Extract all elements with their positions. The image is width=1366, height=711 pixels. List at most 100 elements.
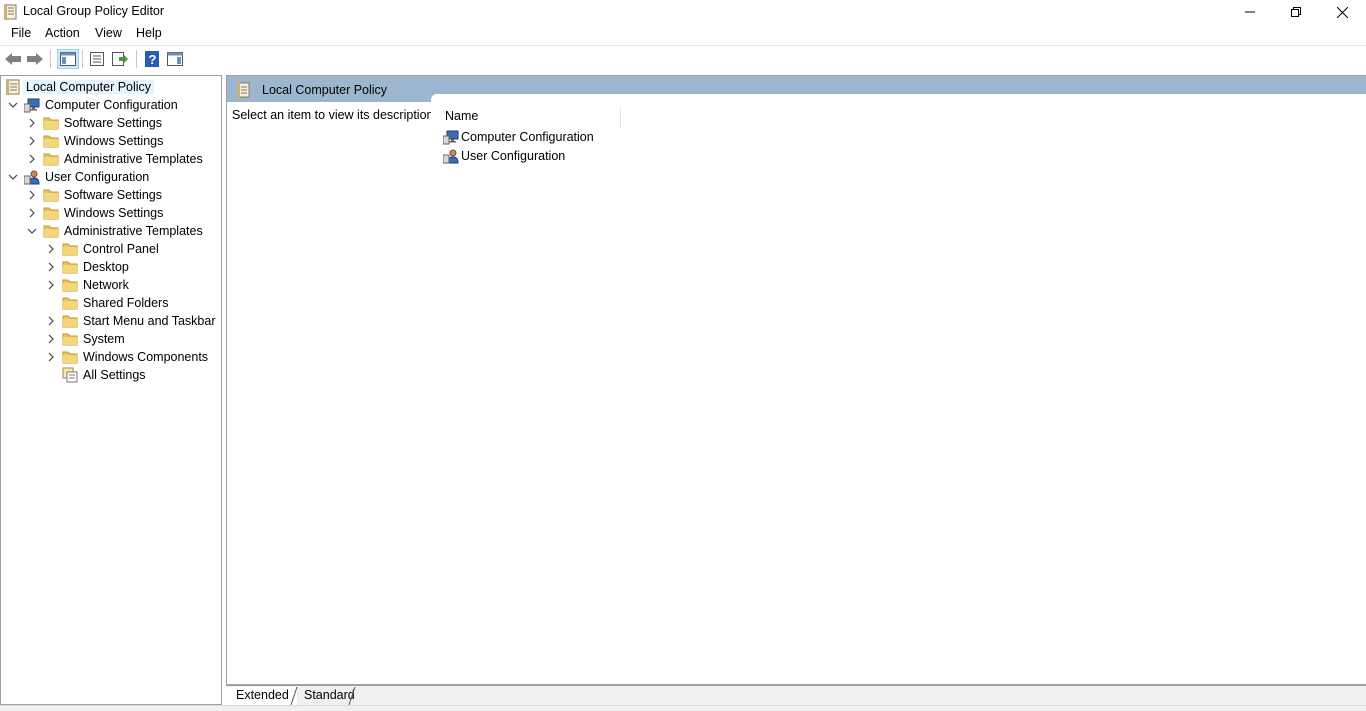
tree-item-user-configuration[interactable]: User Configuration	[1, 168, 221, 186]
tree-item-user-software-settings[interactable]: Software Settings	[1, 186, 221, 204]
show-hide-console-tree-button[interactable]	[57, 49, 79, 69]
toolbar-separator	[82, 50, 83, 68]
folder-icon	[62, 259, 78, 275]
show-hide-action-pane-button[interactable]	[164, 49, 186, 69]
tree-item-computer-configuration[interactable]: Computer Configuration	[1, 96, 221, 114]
menu-action[interactable]: Action	[44, 26, 81, 40]
folder-icon	[62, 331, 78, 347]
title-bar: Local Group Policy Editor	[0, 0, 1366, 24]
chevron-right-icon[interactable]	[45, 351, 57, 363]
tree-item-label: Computer Configuration	[45, 98, 178, 112]
folder-icon	[43, 151, 59, 167]
tree-item-label: All Settings	[83, 368, 146, 382]
tree-item-user-administrative-templates[interactable]: Administrative Templates	[1, 222, 221, 240]
tree-item-label: Start Menu and Taskbar	[83, 314, 216, 328]
tree-item-label: Administrative Templates	[64, 152, 203, 166]
menu-bar: File Action View Help	[0, 24, 1366, 44]
tree-item-network[interactable]: Network	[1, 276, 221, 294]
list-item-computer-configuration[interactable]: Computer Configuration	[442, 128, 643, 148]
computer-config-icon	[23, 97, 40, 113]
chevron-right-icon[interactable]	[45, 261, 57, 273]
toolbar-separator	[50, 50, 51, 68]
toolbar-separator	[136, 50, 137, 68]
chevron-down-icon[interactable]	[7, 99, 19, 111]
folder-icon	[43, 223, 59, 239]
chevron-right-icon[interactable]	[45, 279, 57, 291]
properties-button[interactable]	[86, 49, 108, 69]
tree-item-shared-folders[interactable]: Shared Folders	[1, 294, 221, 312]
chevron-right-icon[interactable]	[45, 243, 57, 255]
tree-item-label: Local Computer Policy	[23, 80, 155, 94]
chevron-right-icon[interactable]	[26, 189, 38, 201]
tree-item-system[interactable]: System	[1, 330, 221, 348]
folder-icon	[62, 313, 78, 329]
chevron-down-icon[interactable]	[26, 225, 38, 237]
tree-item-label: Windows Settings	[64, 206, 164, 220]
tree-item-all-settings[interactable]: All Settings	[1, 366, 221, 384]
menu-view[interactable]: View	[94, 26, 123, 40]
folder-icon	[43, 205, 59, 221]
computer-config-icon	[442, 129, 459, 148]
column-header-label: Name	[445, 109, 479, 123]
description-area: Select an item to view its description.	[227, 102, 437, 662]
back-icon	[5, 53, 21, 65]
menu-help[interactable]: Help	[135, 26, 163, 40]
folder-icon	[62, 349, 78, 365]
policy-editor-app-icon	[4, 4, 18, 20]
status-bar	[0, 705, 1366, 711]
minimize-button[interactable]	[1227, 0, 1273, 24]
tree-item-label: Software Settings	[64, 116, 162, 130]
chevron-right-icon[interactable]	[45, 315, 57, 327]
tree-item-control-panel[interactable]: Control Panel	[1, 240, 221, 258]
back-button[interactable]	[2, 49, 24, 69]
user-config-icon	[23, 169, 40, 185]
help-button[interactable]: ?	[141, 49, 163, 69]
close-button[interactable]	[1319, 0, 1365, 24]
tree-item-windows-components[interactable]: Windows Components	[1, 348, 221, 366]
restore-button[interactable]	[1273, 0, 1319, 24]
tree-item-label: Network	[83, 278, 129, 292]
chevron-right-icon[interactable]	[45, 333, 57, 345]
tree-item-computer-administrative-templates[interactable]: Administrative Templates	[1, 150, 221, 168]
forward-button[interactable]	[24, 49, 46, 69]
minimize-icon	[1245, 11, 1255, 13]
window-title: Local Group Policy Editor	[23, 4, 165, 18]
all-settings-icon	[62, 367, 78, 383]
chevron-right-icon[interactable]	[26, 117, 38, 129]
tree-item-label: Desktop	[83, 260, 129, 274]
folder-icon	[62, 241, 78, 257]
chevron-right-icon[interactable]	[26, 153, 38, 165]
tree-item-start-menu-and-taskbar[interactable]: Start Menu and Taskbar	[1, 312, 221, 330]
items-list[interactable]: Name Computer Configuration User Configu…	[431, 94, 1366, 674]
list-item-user-configuration[interactable]: User Configuration	[442, 147, 643, 165]
tree-item-label: Shared Folders	[83, 296, 169, 310]
tree-item-local-computer-policy[interactable]: Local Computer Policy	[1, 78, 221, 96]
folder-icon	[43, 115, 59, 131]
forward-icon	[27, 53, 43, 65]
tree-item-computer-software-settings[interactable]: Software Settings	[1, 114, 221, 132]
restore-icon	[1291, 7, 1301, 17]
tree-item-label: Windows Components	[83, 350, 209, 364]
folder-icon	[43, 187, 59, 203]
console-tree[interactable]: Local Computer Policy Computer Configura…	[0, 75, 222, 705]
column-header-name[interactable]: Name	[441, 107, 621, 127]
tree-item-computer-windows-settings[interactable]: Windows Settings	[1, 132, 221, 150]
export-list-button[interactable]	[109, 49, 131, 69]
policy-icon	[5, 79, 21, 95]
folder-icon	[62, 277, 78, 293]
chevron-right-icon[interactable]	[26, 135, 38, 147]
description-text: Select an item to view its description.	[232, 108, 437, 122]
tab-extended[interactable]: Extended	[226, 687, 297, 705]
chevron-right-icon[interactable]	[26, 207, 38, 219]
tree-item-label: Administrative Templates	[64, 224, 203, 238]
menu-file[interactable]: File	[10, 26, 32, 40]
chevron-down-icon[interactable]	[7, 171, 19, 183]
tab-divider	[348, 686, 356, 706]
tree-item-user-windows-settings[interactable]: Windows Settings	[1, 204, 221, 222]
properties-icon	[90, 52, 104, 66]
tree-item-label: System	[83, 332, 125, 346]
view-tabs: Extended Standard	[226, 685, 1366, 706]
tree-item-desktop[interactable]: Desktop	[1, 258, 221, 276]
tree-item-label: Control Panel	[83, 242, 159, 256]
tree-item-label: User Configuration	[45, 170, 150, 184]
